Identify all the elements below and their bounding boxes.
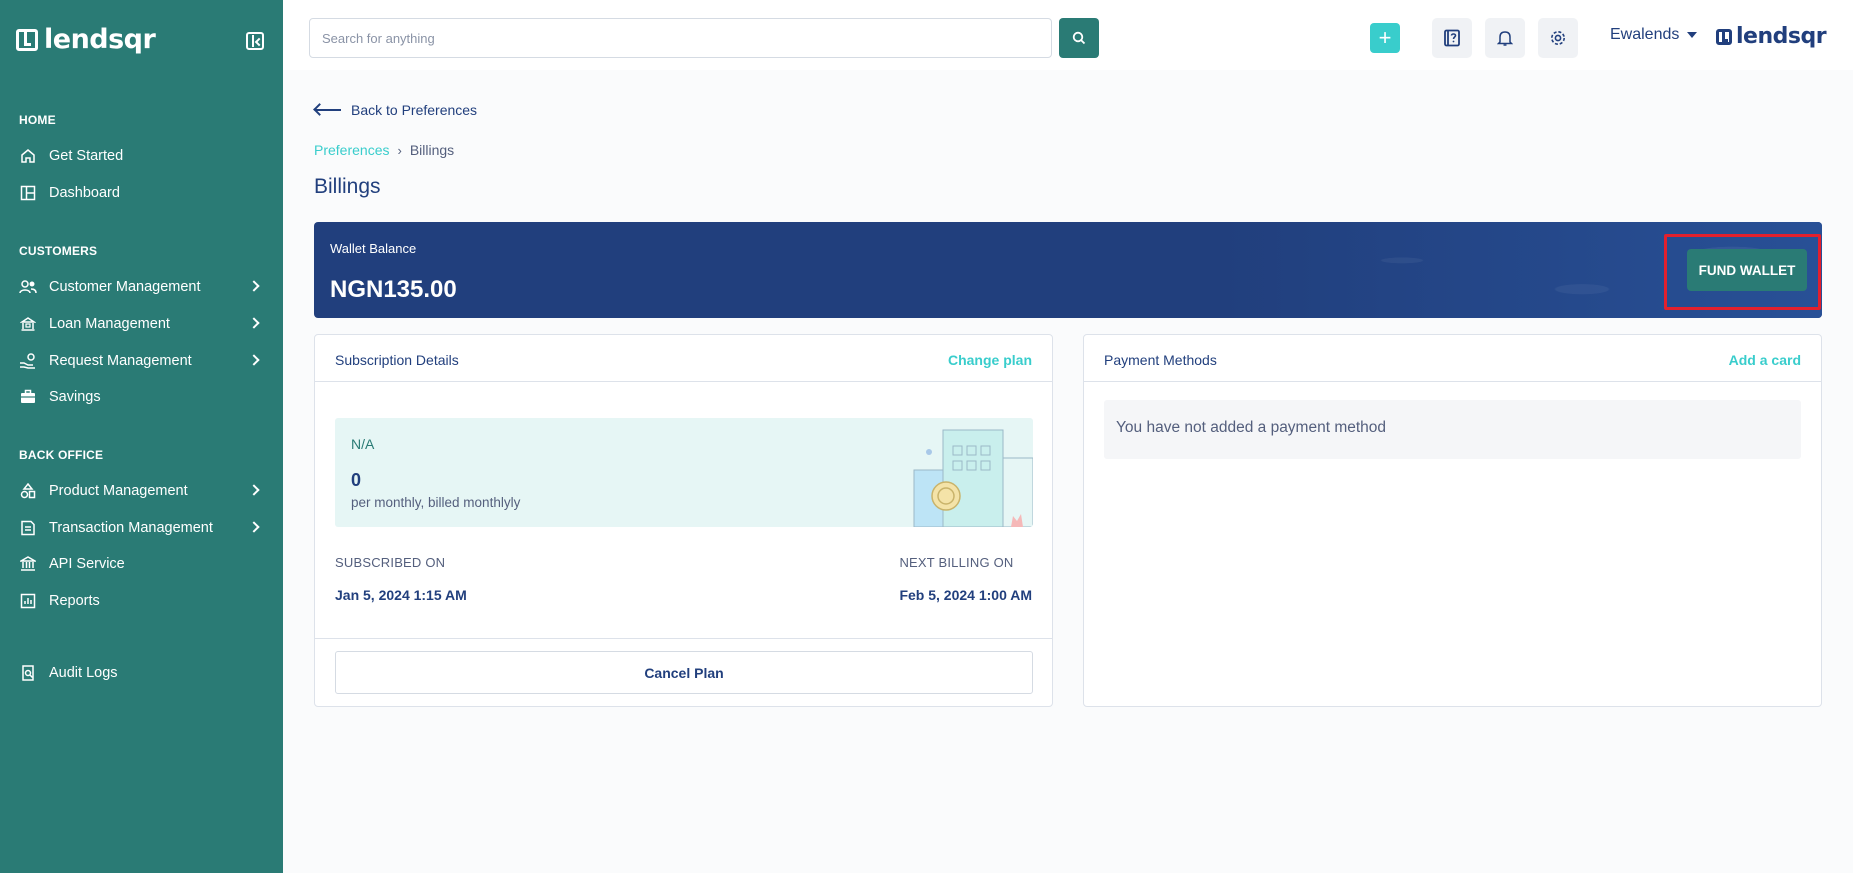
caret-down-icon xyxy=(1687,32,1698,38)
loan-icon xyxy=(19,315,37,333)
user-menu[interactable]: Ewalends xyxy=(1610,26,1698,44)
section-home: HOME xyxy=(19,113,56,127)
chevron-right-icon: › xyxy=(397,142,402,158)
subscribed-on-value: Jan 5, 2024 1:15 AM xyxy=(335,587,467,603)
settings-button[interactable] xyxy=(1538,18,1578,58)
add-button[interactable]: + xyxy=(1370,23,1400,53)
subscribed-on-label: SUBSCRIBED ON xyxy=(335,555,446,570)
next-billing: NEXT BILLING ON Feb 5, 2024 1:00 AM xyxy=(899,555,1032,603)
collapse-sidebar-icon[interactable] xyxy=(246,32,264,50)
subscription-details-card: Subscription Details Change plan N/A 0 p… xyxy=(314,334,1053,707)
chevron-right-icon xyxy=(248,521,260,533)
card-title: Subscription Details xyxy=(335,352,459,368)
sidebar-item-label: Request Management xyxy=(49,353,192,369)
search-icon xyxy=(1072,31,1086,45)
transaction-icon xyxy=(19,519,37,537)
wallet-balance-banner: Wallet Balance NGN135.00 xyxy=(314,222,1822,318)
back-link[interactable]: Back to Preferences xyxy=(315,102,477,118)
sidebar-item-savings[interactable]: Savings xyxy=(19,383,264,411)
sidebar-item-dashboard[interactable]: Dashboard xyxy=(19,179,264,207)
empty-state-text: You have not added a payment method xyxy=(1116,419,1387,436)
bank-icon xyxy=(19,555,37,573)
add-card-link[interactable]: Add a card xyxy=(1729,352,1801,368)
card-header: Payment Methods Add a card xyxy=(1084,335,1821,382)
sidebar-item-label: Get Started xyxy=(49,148,124,164)
gear-icon xyxy=(1551,31,1565,45)
sidebar-item-request-management[interactable]: Request Management xyxy=(19,347,264,375)
briefcase-icon xyxy=(19,388,37,406)
chevron-right-icon xyxy=(248,280,260,292)
plan-price: 0 xyxy=(351,470,362,490)
page-title: Billings xyxy=(314,175,381,198)
lendsqr-logo[interactable]: lendsqr xyxy=(16,24,156,55)
request-icon xyxy=(19,352,37,370)
card-footer: Cancel Plan xyxy=(315,638,1052,694)
arrow-left-icon xyxy=(315,109,341,111)
next-billing-label: NEXT BILLING ON xyxy=(899,555,1014,570)
dashboard-icon xyxy=(19,184,37,202)
logo-mark-icon xyxy=(1716,28,1732,45)
notifications-button[interactable] xyxy=(1485,18,1525,58)
sidebar-item-audit-logs[interactable]: Audit Logs xyxy=(19,659,264,687)
plus-icon: + xyxy=(1378,25,1392,50)
sidebar-item-label: Dashboard xyxy=(49,185,120,201)
plan-price-description: per monthly, billed monthlyly xyxy=(351,495,521,510)
sidebar-item-label: Product Management xyxy=(49,483,188,499)
help-button[interactable] xyxy=(1432,18,1472,58)
logo-text: lendsqr xyxy=(44,24,156,55)
subscribed-on: SUBSCRIBED ON Jan 5, 2024 1:15 AM xyxy=(335,555,467,603)
wallet-amount: NGN135.00 xyxy=(330,276,457,303)
breadcrumb-preferences[interactable]: Preferences xyxy=(314,142,389,158)
reports-icon xyxy=(19,592,37,610)
empty-state: You have not added a payment method xyxy=(1104,400,1801,459)
plan-summary: N/A 0 per monthly, billed monthlyly xyxy=(335,418,1033,527)
change-plan-link[interactable]: Change plan xyxy=(948,352,1032,368)
sidebar-item-label: Transaction Management xyxy=(49,520,213,536)
sidebar-item-label: Customer Management xyxy=(49,279,201,295)
logo-mark-icon xyxy=(16,28,38,51)
cancel-plan-button[interactable]: Cancel Plan xyxy=(335,651,1033,694)
logo-text: lendsqr xyxy=(1736,24,1827,49)
plan-name: N/A xyxy=(351,436,375,452)
payment-methods-card: Payment Methods Add a card You have not … xyxy=(1083,334,1822,707)
sidebar-item-get-started[interactable]: Get Started xyxy=(19,142,264,170)
audit-icon xyxy=(19,664,37,682)
sidebar-item-label: Audit Logs xyxy=(49,665,118,681)
user-name: Ewalends xyxy=(1610,26,1680,43)
breadcrumb-current: Billings xyxy=(409,142,455,158)
sidebar-item-customer-management[interactable]: Customer Management xyxy=(19,273,264,301)
breadcrumb: Preferences › Billings xyxy=(314,142,454,158)
chevron-right-icon xyxy=(248,354,260,366)
sidebar-item-loan-management[interactable]: Loan Management xyxy=(19,310,264,338)
sidebar-item-label: Savings xyxy=(49,389,101,405)
bell-icon xyxy=(1497,31,1513,46)
section-customers: CUSTOMERS xyxy=(19,244,98,258)
sidebar: lendsqr HOME Get Started Dashboard CUSTO… xyxy=(0,0,283,873)
back-label: Back to Preferences xyxy=(351,102,478,118)
sidebar-item-label: Reports xyxy=(49,593,100,609)
fund-wallet-button[interactable]: FUND WALLET xyxy=(1687,249,1807,291)
sidebar-item-api-service[interactable]: API Service xyxy=(19,550,264,578)
section-back-office: BACK OFFICE xyxy=(19,448,104,462)
sidebar-item-label: Loan Management xyxy=(49,316,170,332)
card-title: Payment Methods xyxy=(1104,352,1217,368)
sidebar-item-label: API Service xyxy=(49,556,125,572)
chevron-right-icon xyxy=(248,317,260,329)
chevron-right-icon xyxy=(248,484,260,496)
card-header: Subscription Details Change plan xyxy=(315,335,1052,382)
search-button[interactable] xyxy=(1059,18,1099,58)
sidebar-item-reports[interactable]: Reports xyxy=(19,587,264,615)
wallet-label: Wallet Balance xyxy=(330,241,417,256)
users-icon xyxy=(19,278,37,296)
search-input[interactable] xyxy=(309,18,1052,58)
sidebar-item-transaction-management[interactable]: Transaction Management xyxy=(19,514,264,542)
next-billing-value: Feb 5, 2024 1:00 AM xyxy=(899,587,1032,603)
help-book-icon xyxy=(1444,29,1460,47)
company-logo: lendsqr xyxy=(1716,24,1827,49)
sidebar-item-product-management[interactable]: Product Management xyxy=(19,477,264,505)
building-illustration xyxy=(913,429,1033,527)
home-icon xyxy=(19,147,37,165)
product-icon xyxy=(19,482,37,500)
